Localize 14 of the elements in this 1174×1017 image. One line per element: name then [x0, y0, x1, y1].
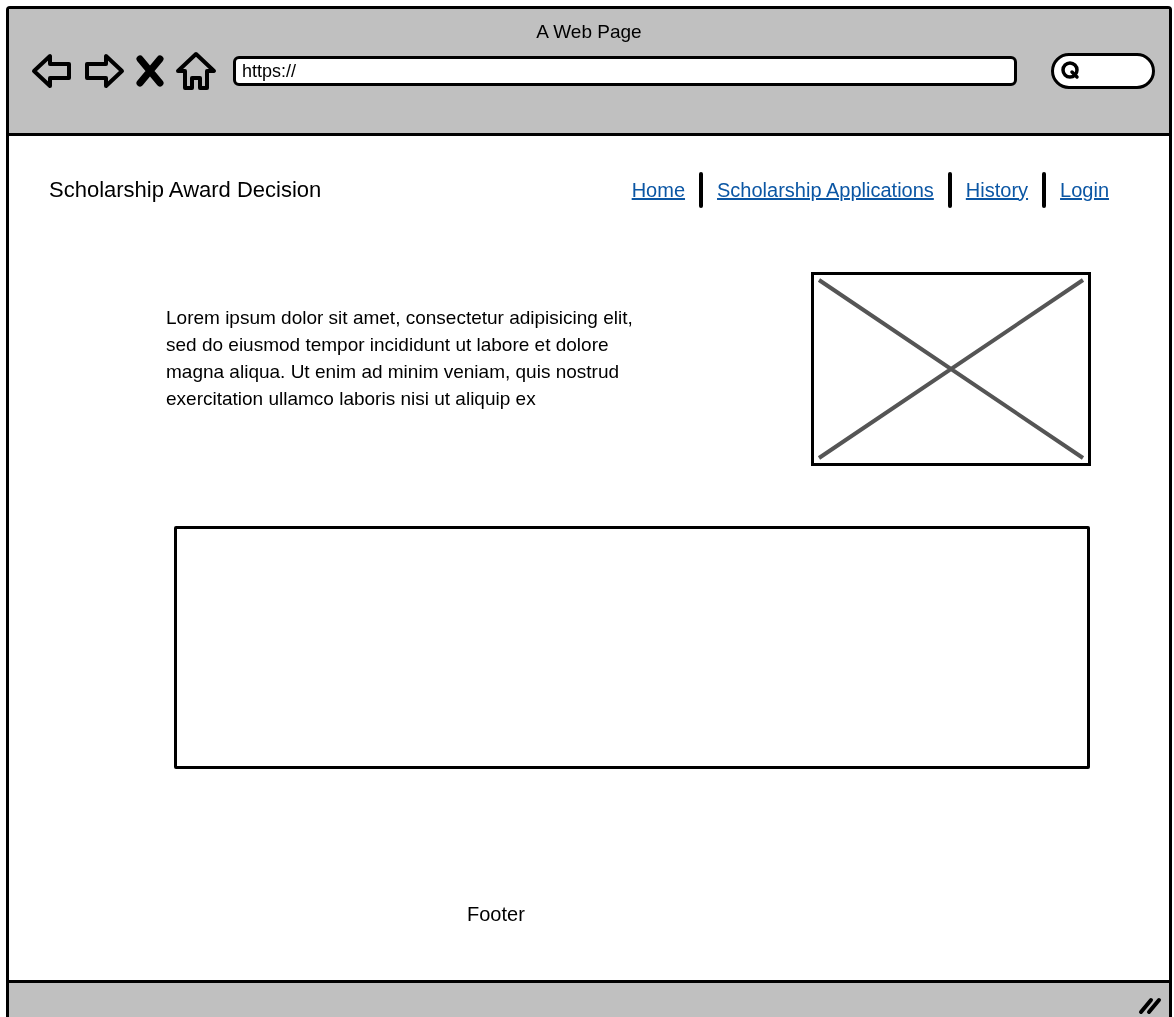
site-title: Scholarship Award Decision [49, 177, 322, 203]
address-field[interactable]: https:// [233, 56, 1017, 86]
footer-text: Footer [467, 903, 525, 926]
nav-link[interactable]: Login [1060, 178, 1109, 202]
nav-link[interactable]: Scholarship Applications [717, 178, 934, 202]
body-paragraph: Lorem ipsum dolor sit amet, consectetur adipisicing elit, sed do eiusmod tempor incididunt ut labore et dolore magna aliqua. Ut enim ad minim veniam, quis nostrud exercitation ullamco laboris nisi ut aliquip ex [166, 306, 634, 411]
back-icon[interactable] [31, 51, 73, 91]
home-icon[interactable] [175, 51, 217, 91]
window-title: A Web Page [536, 21, 642, 43]
nav-link[interactable]: History [965, 178, 1029, 202]
nav-link[interactable]: Home [631, 178, 686, 202]
search-icon [1060, 60, 1082, 82]
forward-icon[interactable] [83, 51, 125, 91]
search-field[interactable] [1051, 53, 1155, 89]
